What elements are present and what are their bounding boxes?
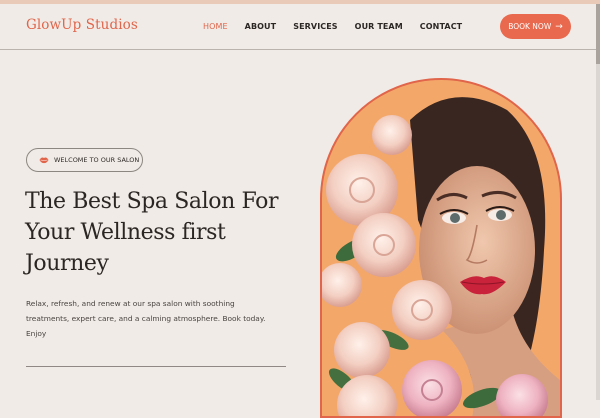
lips-icon (39, 157, 49, 164)
welcome-badge: WELCOME TO OUR SALON (26, 148, 143, 172)
page-scrollbar[interactable] (596, 4, 600, 400)
main-nav: HOME ABOUT SERVICES OUR TEAM CONTACT (203, 22, 479, 31)
nav-home[interactable]: HOME (203, 22, 228, 31)
scrollbar-thumb[interactable] (596, 4, 600, 64)
hero-title-line-3: Journey (25, 251, 109, 276)
hero-image (320, 78, 562, 418)
hero-title: The Best Spa Salon For Your Wellness fir… (25, 186, 295, 279)
nav-services[interactable]: SERVICES (293, 22, 337, 31)
hero-description: Relax, refresh, and renew at our spa sal… (26, 299, 266, 338)
hero-title-line-2: Your Wellness first (25, 220, 226, 245)
welcome-badge-label: WELCOME TO OUR SALON (54, 156, 140, 164)
site-logo[interactable]: GlowUp Studios (26, 17, 138, 33)
nav-our-team[interactable]: OUR TEAM (355, 22, 403, 31)
hero-title-line-1: The Best Spa Salon For (25, 189, 279, 214)
site-header: GlowUp Studios HOME ABOUT SERVICES OUR T… (0, 4, 600, 50)
book-now-button[interactable]: BOOK NOW → (500, 14, 571, 39)
hero-divider (26, 366, 286, 367)
nav-about[interactable]: ABOUT (245, 22, 277, 31)
arrow-right-icon: → (555, 21, 563, 32)
woman-with-roses-illustration (322, 97, 560, 416)
nav-contact[interactable]: CONTACT (420, 22, 462, 31)
book-now-label: BOOK NOW (508, 22, 552, 31)
